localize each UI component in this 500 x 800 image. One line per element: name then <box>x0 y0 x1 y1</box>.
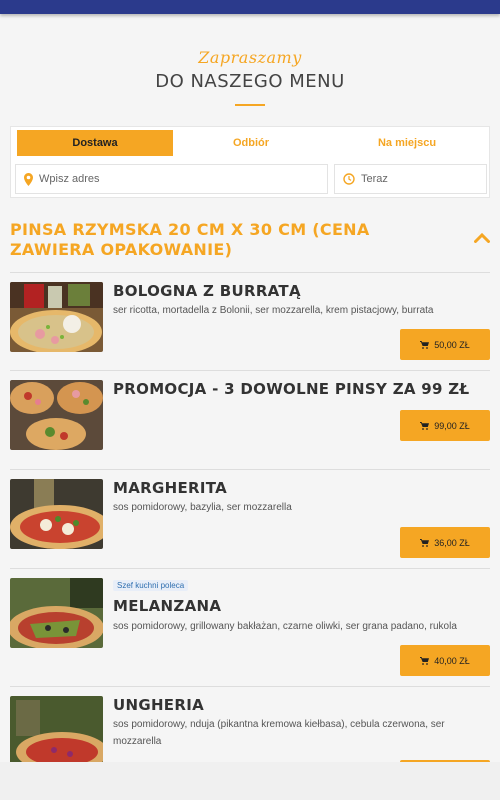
pizza-photo[interactable] <box>10 696 103 762</box>
address-placeholder: Wpisz adres <box>39 173 100 185</box>
tab-pickup[interactable]: Odbiór <box>173 130 329 156</box>
menu-item: UNGHERIA sos pomidorowy, nduja (pikantna… <box>10 696 490 762</box>
item-divider <box>10 370 490 371</box>
clock-icon <box>343 173 355 185</box>
welcome-script-text: Zapraszamy <box>198 48 302 67</box>
item-price: 36,00 ZŁ <box>434 537 470 548</box>
top-app-bar <box>0 0 500 14</box>
item-divider <box>10 469 490 470</box>
order-type-tabs: Dostawa Odbiór Na miejscu <box>17 130 485 156</box>
item-divider <box>10 568 490 569</box>
menu-item: MARGHERITA sos pomidorowy, bazylia, ser … <box>10 479 490 569</box>
item-name[interactable]: PROMOCJA - 3 DOWOLNE PINSY ZA 99 ZŁ <box>113 380 469 398</box>
map-pin-icon <box>24 172 33 186</box>
menu-item: PROMOCJA - 3 DOWOLNE PINSY ZA 99 ZŁ 99,0… <box>10 380 490 470</box>
item-price: 50,00 ZŁ <box>434 339 470 350</box>
pizza-photo[interactable] <box>10 578 103 648</box>
item-divider <box>10 686 490 687</box>
item-description: ser ricotta, mortadella z Bolonii, ser m… <box>113 305 434 316</box>
item-price: 40,00 ZŁ <box>434 655 470 666</box>
cart-icon <box>420 340 430 349</box>
item-description: sos pomidorowy, bazylia, ser mozzarella <box>113 502 292 513</box>
add-to-cart-button[interactable]: 40,00 ZŁ <box>400 645 490 676</box>
tab-delivery[interactable]: Dostawa <box>17 130 173 156</box>
category-section: PINSA RZYMSKA 20 CM X 30 CM (CENA ZAWIER… <box>10 220 490 273</box>
item-name[interactable]: UNGHERIA <box>113 696 204 714</box>
pizza-photo[interactable] <box>10 479 103 549</box>
menu-item: BOLOGNA Z BURRATĄ ser ricotta, mortadell… <box>10 282 490 380</box>
time-select[interactable]: Teraz <box>334 164 487 194</box>
order-options-panel: Dostawa Odbiór Na miejscu Wpisz adres Te… <box>10 126 490 198</box>
add-to-cart-button[interactable]: 50,00 ZŁ <box>400 329 490 360</box>
item-name[interactable]: BOLOGNA Z BURRATĄ <box>113 282 301 300</box>
menu-item: Szef kuchni poleca MELANZANA sos pomidor… <box>10 578 490 688</box>
time-value: Teraz <box>361 173 388 185</box>
chef-recommends-badge: Szef kuchni poleca <box>113 580 189 591</box>
menu-title: DO NASZEGO MENU <box>155 71 345 92</box>
bottom-area <box>0 762 500 800</box>
cart-icon <box>420 656 430 665</box>
cart-icon <box>420 421 430 430</box>
add-to-cart-button[interactable]: 99,00 ZŁ <box>400 410 490 441</box>
pizza-photo[interactable] <box>10 380 103 450</box>
category-title[interactable]: PINSA RZYMSKA 20 CM X 30 CM (CENA ZAWIER… <box>10 220 430 260</box>
item-name[interactable]: MELANZANA <box>113 597 221 615</box>
item-description: sos pomidorowy, nduja (pikantna kremowa … <box>113 719 445 747</box>
pizza-photo[interactable] <box>10 282 103 352</box>
item-description: sos pomidorowy, grillowany bakłażan, cza… <box>113 621 457 632</box>
address-input[interactable]: Wpisz adres <box>15 164 328 194</box>
cart-icon <box>420 538 430 547</box>
menu-header: Zapraszamy DO NASZEGO MENU <box>0 48 500 106</box>
title-underline <box>235 104 265 106</box>
item-price: 99,00 ZŁ <box>434 420 470 431</box>
item-name[interactable]: MARGHERITA <box>113 479 227 497</box>
section-divider <box>10 272 490 273</box>
add-to-cart-button[interactable]: 36,00 ZŁ <box>400 527 490 558</box>
tab-dine-in[interactable]: Na miejscu <box>329 130 485 156</box>
chevron-up-icon[interactable] <box>474 230 490 248</box>
